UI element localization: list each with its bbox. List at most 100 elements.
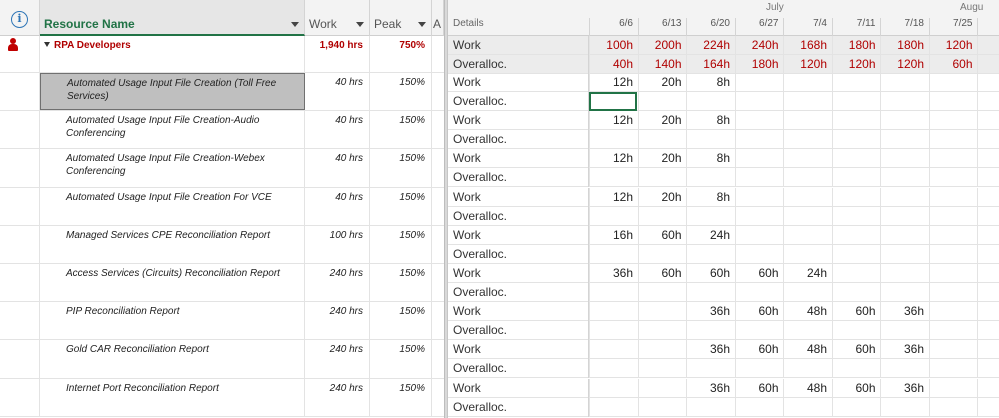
timescale-cell[interactable]: [880, 92, 928, 111]
timescale-cell[interactable]: [831, 397, 880, 417]
assignment-work-cell[interactable]: 240 hrs: [305, 302, 370, 340]
assignment-peak-cell[interactable]: 150%: [370, 302, 432, 340]
timescale-cell[interactable]: [880, 168, 928, 188]
timescale-cell[interactable]: [928, 92, 977, 111]
timescale-cell[interactable]: [734, 187, 783, 207]
timescale-cell[interactable]: [637, 244, 686, 264]
assignment-peak-cell[interactable]: 150%: [370, 340, 432, 378]
timescale-cell[interactable]: [734, 92, 783, 111]
assignment-row[interactable]: Automated Usage Input File Creation-Webe…: [0, 149, 447, 188]
timescale-cell[interactable]: [977, 92, 999, 111]
timescale-cell[interactable]: [686, 130, 734, 150]
timescale-cell[interactable]: [928, 244, 977, 264]
timescale-cell[interactable]: 100h: [589, 36, 637, 55]
group-peak-cell[interactable]: 750%: [370, 36, 432, 72]
assignment-row[interactable]: Internet Port Reconciliation Report 240 h…: [0, 378, 447, 417]
timescale-cell[interactable]: [637, 340, 686, 360]
timescale-cell[interactable]: 200h: [637, 36, 686, 55]
timescale-cell[interactable]: [831, 283, 880, 302]
timescale-cell[interactable]: [783, 225, 831, 245]
timescale-cell[interactable]: [928, 340, 977, 360]
assignment-peak-cell[interactable]: 150%: [370, 264, 432, 302]
timescale-cell[interactable]: [637, 302, 686, 322]
timescale-cell[interactable]: [831, 73, 880, 92]
assignment-name-cell[interactable]: Automated Usage Input File Creation (Tol…: [40, 73, 305, 111]
timescale-cell[interactable]: [686, 397, 734, 417]
timescale-cell[interactable]: [977, 397, 999, 417]
timescale-cell[interactable]: [831, 321, 880, 341]
assignment-row[interactable]: Automated Usage Input File Creation For …: [0, 187, 447, 226]
timescale-cell[interactable]: [880, 225, 928, 245]
assignment-work-cell[interactable]: 40 hrs: [305, 73, 370, 111]
timescale-cell[interactable]: [637, 378, 686, 398]
timescale-cell[interactable]: [928, 359, 977, 379]
timescale-cell[interactable]: [637, 168, 686, 188]
assignment-work-cell[interactable]: 240 hrs: [305, 340, 370, 378]
assignment-work-cell[interactable]: 40 hrs: [305, 187, 370, 225]
indicators-header[interactable]: i: [0, 0, 40, 36]
timescale-cell[interactable]: [880, 111, 928, 131]
timescale-cell[interactable]: [928, 111, 977, 131]
timescale-cell[interactable]: [686, 283, 734, 302]
assignment-work-cell[interactable]: 240 hrs: [305, 378, 370, 416]
timescale-cell[interactable]: [637, 130, 686, 150]
add-column-header[interactable]: A: [432, 0, 444, 36]
timescale-cell[interactable]: [783, 149, 831, 169]
timescale-cell[interactable]: 40h: [589, 55, 637, 74]
timescale-cell[interactable]: 36h: [686, 302, 734, 322]
timescale-cell[interactable]: [831, 264, 880, 283]
timescale-cell[interactable]: [783, 168, 831, 188]
timescale-cell[interactable]: [734, 168, 783, 188]
timescale-cell[interactable]: 120h: [880, 55, 928, 74]
timescale-cell[interactable]: 180h: [734, 55, 783, 74]
timescale-cell[interactable]: 16h: [589, 225, 637, 245]
assignment-name-cell[interactable]: Managed Services CPE Reconciliation Repo…: [40, 225, 305, 263]
timescale-cell[interactable]: [637, 359, 686, 379]
assignment-peak-cell[interactable]: 150%: [370, 225, 432, 263]
timescale-cell[interactable]: 168h: [783, 36, 831, 55]
timescale-cell[interactable]: 36h: [880, 340, 928, 360]
timescale-cell[interactable]: 8h: [686, 149, 734, 169]
timescale-cell[interactable]: [589, 302, 637, 322]
timescale-cell[interactable]: 24h: [686, 225, 734, 245]
timescale-cell[interactable]: [589, 130, 637, 150]
timescale-cell[interactable]: 164h: [686, 55, 734, 74]
timescale-cell[interactable]: [637, 397, 686, 417]
assignment-peak-cell[interactable]: 150%: [370, 73, 432, 111]
timescale-cell[interactable]: 12h: [589, 73, 637, 92]
timescale-cell[interactable]: [928, 302, 977, 322]
timescale-cell[interactable]: [831, 225, 880, 245]
resource-name-header[interactable]: Resource Name: [40, 0, 305, 36]
timescale-cell[interactable]: [928, 283, 977, 302]
timescale-cell[interactable]: 60h: [734, 264, 783, 283]
assignment-peak-cell[interactable]: 150%: [370, 378, 432, 416]
timescale-cell[interactable]: 20h: [637, 187, 686, 207]
timescale-cell[interactable]: [977, 149, 999, 169]
timescale-cell[interactable]: [977, 73, 999, 92]
timescale-cell[interactable]: [880, 206, 928, 226]
timescale-cell[interactable]: 48h: [783, 378, 831, 398]
timescale-cell[interactable]: [831, 92, 880, 111]
assignment-row[interactable]: Automated Usage Input File Creation-Audi…: [0, 111, 447, 150]
assignment-peak-cell[interactable]: 150%: [370, 111, 432, 149]
timescale-cell[interactable]: [686, 321, 734, 341]
timescale-cell[interactable]: [589, 283, 637, 302]
timescale-cell[interactable]: 240h: [734, 36, 783, 55]
timescale-cell[interactable]: [928, 168, 977, 188]
timescale-cell[interactable]: [880, 264, 928, 283]
assignment-name-cell[interactable]: Internet Port Reconciliation Report: [40, 378, 305, 416]
assignment-work-cell[interactable]: 240 hrs: [305, 264, 370, 302]
timescale-cell[interactable]: 8h: [686, 73, 734, 92]
timescale-cell[interactable]: [686, 168, 734, 188]
assignment-row[interactable]: Gold CAR Reconciliation Report 240 hrs 150…: [0, 340, 447, 379]
timescale-cell[interactable]: [977, 359, 999, 379]
timescale-cell[interactable]: [589, 340, 637, 360]
timescale-cell[interactable]: [734, 397, 783, 417]
timescale-cell[interactable]: [734, 321, 783, 341]
timescale-cell[interactable]: [783, 92, 831, 111]
timescale-cell[interactable]: 20h: [637, 73, 686, 92]
timescale-cell[interactable]: 12h: [589, 187, 637, 207]
selected-cell[interactable]: [589, 92, 637, 111]
timescale-cell[interactable]: [783, 187, 831, 207]
timescale-cell[interactable]: 20h: [637, 149, 686, 169]
